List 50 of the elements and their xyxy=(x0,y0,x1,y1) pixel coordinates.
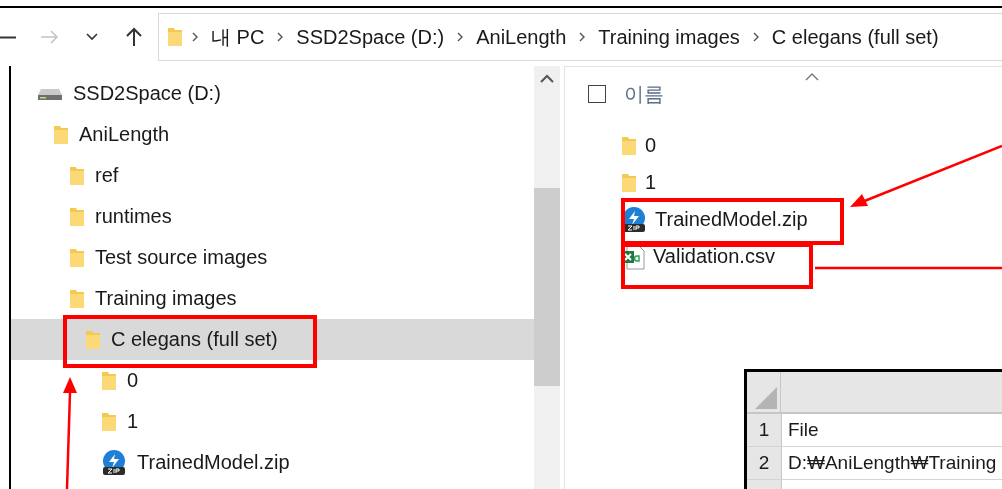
breadcrumb[interactable]: AniLength xyxy=(472,25,571,49)
tree-item[interactable]: Training images xyxy=(11,278,534,319)
table-cell-text: D:₩AniLength₩Training xyxy=(787,451,997,475)
file-item[interactable]: 0 xyxy=(621,127,657,164)
tree-item[interactable]: SSD2Space (D:) xyxy=(11,73,534,114)
tree-item[interactable]: AniLength xyxy=(11,114,534,155)
table-cell-text: File xyxy=(787,418,819,442)
folder-icon xyxy=(69,205,85,228)
folder-icon xyxy=(101,410,117,433)
folder-icon xyxy=(69,287,85,310)
breadcrumb[interactable]: C elegans (full set) xyxy=(767,25,943,49)
breadcrumb[interactable]: SSD2Space (D:) xyxy=(292,25,449,49)
folder-icon xyxy=(101,369,117,392)
tree-item[interactable]: 0 xyxy=(11,360,534,401)
zip-file-icon xyxy=(101,449,127,476)
row-number: 2 xyxy=(747,447,782,479)
chevron-right-icon xyxy=(191,31,199,43)
scroll-up-icon[interactable] xyxy=(540,73,554,83)
chevron-down-icon xyxy=(86,33,98,41)
row-number: 1 xyxy=(747,414,782,446)
breadcrumb[interactable]: 내 PC xyxy=(207,23,269,51)
tree-item[interactable]: TrainedModel.zip xyxy=(11,442,534,483)
file-item[interactable]: 1 xyxy=(621,164,657,201)
folder-icon xyxy=(53,123,69,146)
file-item[interactable]: TrainedModel.zip xyxy=(621,201,808,238)
tree-item[interactable]: Test source images xyxy=(11,237,534,278)
scrollbar-thumb[interactable] xyxy=(534,188,560,386)
breadcrumb[interactable]: Training images xyxy=(594,25,744,49)
chevron-right-icon xyxy=(456,31,465,43)
folder-icon xyxy=(167,26,183,48)
name-column-header[interactable]: 이름 xyxy=(624,80,664,108)
folder-icon xyxy=(69,164,85,187)
dash-icon xyxy=(0,35,16,39)
sort-ascending-icon xyxy=(805,73,819,81)
tree-item[interactable]: C elegans (full set) xyxy=(11,319,534,360)
drive-icon xyxy=(37,86,63,101)
tree-item[interactable]: runtimes xyxy=(11,196,534,237)
address-bar[interactable]: 내 PC SSD2Space (D:) AniLength Training images C elegans (full set) xyxy=(158,13,1002,61)
scrollbar[interactable] xyxy=(534,66,560,489)
chevron-right-icon xyxy=(276,31,285,43)
folder-icon xyxy=(621,171,637,194)
select-all-checkbox[interactable] xyxy=(588,85,606,103)
tree-item[interactable]: ref xyxy=(11,155,534,196)
chevron-right-icon xyxy=(751,31,760,43)
folder-icon xyxy=(69,246,85,269)
folder-icon xyxy=(621,134,637,157)
file-item[interactable]: Validation.csv xyxy=(621,238,775,275)
tree-item[interactable]: 1 xyxy=(11,401,534,442)
folder-icon xyxy=(85,328,101,351)
chevron-right-icon xyxy=(578,31,587,43)
